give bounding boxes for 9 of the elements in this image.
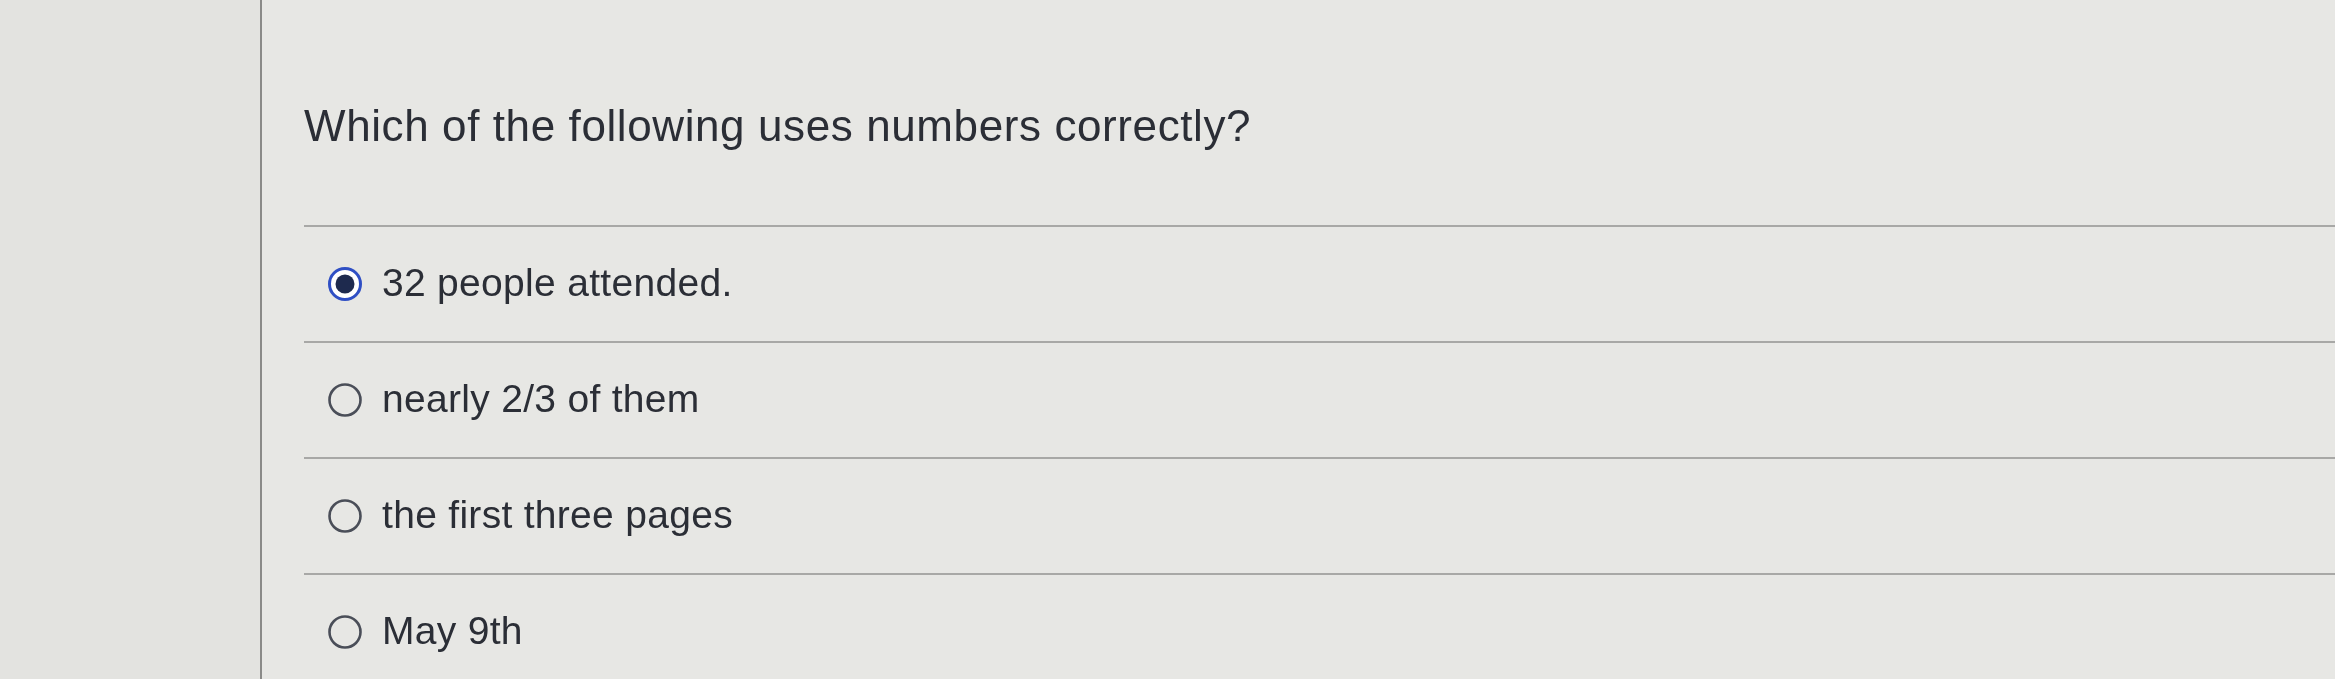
- radio-button[interactable]: [328, 498, 362, 533]
- question-text: Which of the following uses numbers correctly?: [304, 100, 1253, 152]
- option-label[interactable]: the first three pages: [382, 492, 733, 540]
- radio-button[interactable]: [328, 266, 362, 301]
- option-label[interactable]: nearly 2/3 of them: [382, 376, 700, 424]
- option-label[interactable]: May 9th: [382, 608, 523, 656]
- radio-button[interactable]: [328, 382, 362, 417]
- radio-button[interactable]: [328, 614, 362, 649]
- option-label[interactable]: 32 people attended.: [382, 260, 733, 308]
